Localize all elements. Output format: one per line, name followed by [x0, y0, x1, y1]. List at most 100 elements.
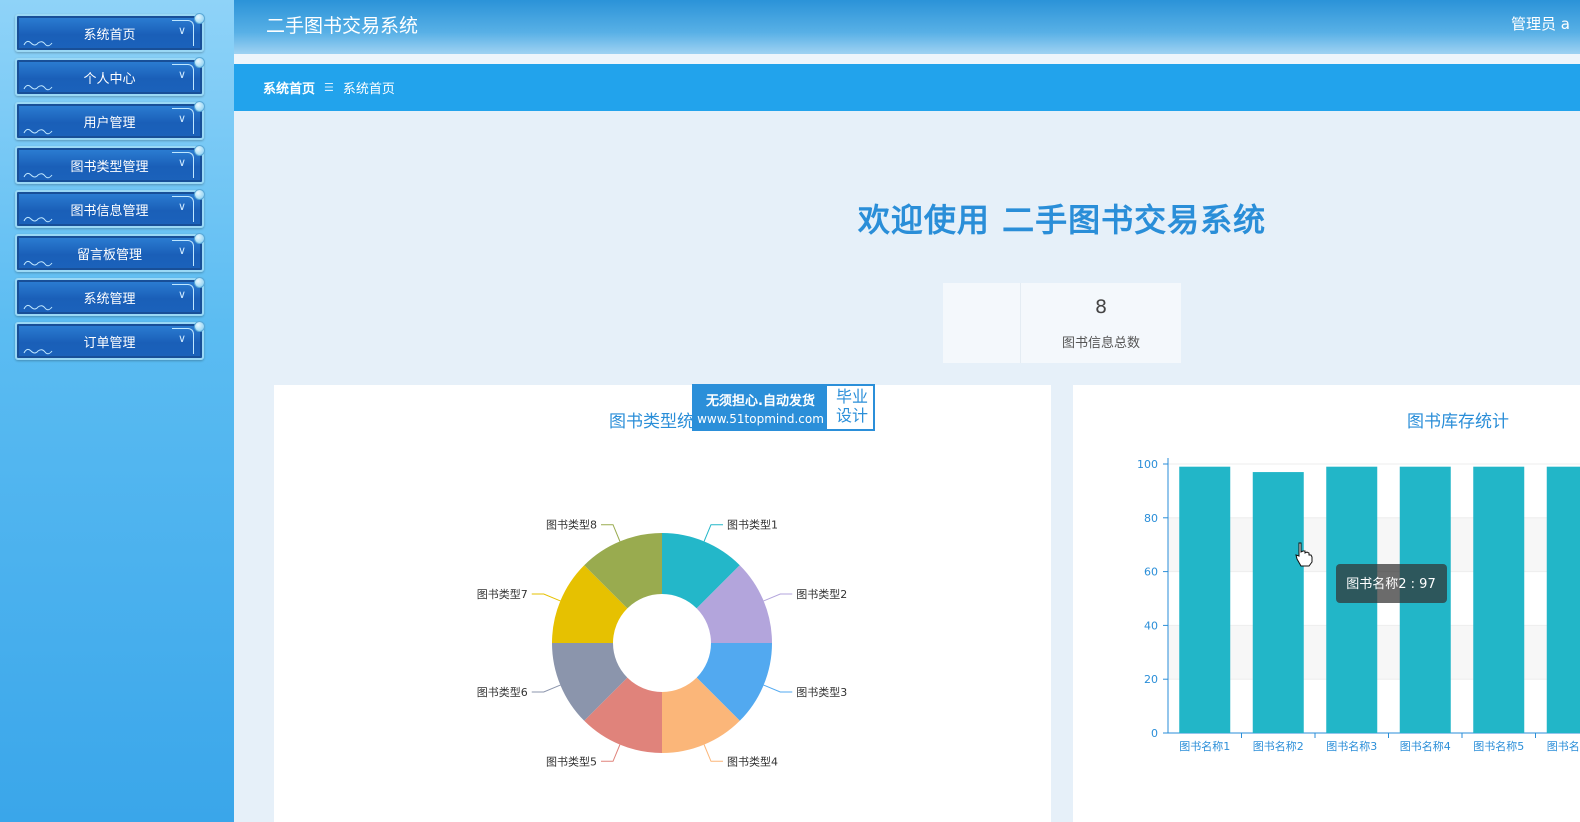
x-tick-label: 图书名称5 — [1473, 739, 1524, 753]
breadcrumb-current: 系统首页 — [342, 82, 395, 97]
knob-icon — [194, 145, 205, 156]
stat-icon-box — [943, 283, 1021, 363]
watermark-line1: 无须担心.自动发货 — [706, 394, 815, 409]
chevron-down-icon: ∨ — [177, 200, 186, 213]
book-type-chart-panel: 图书类型统计 图书类型1 图书类型2 图书类型3 图书类型4 图书类型5 图书类型6 图书类… — [274, 385, 1051, 822]
book-stock-chart-panel: 图书库存统计 0 20 40 60 80 100 图书名称1 图书名称2 图书名称3 图书名称4 图… — [1073, 385, 1580, 822]
curl-ornament-icon — [23, 304, 53, 311]
knob-icon — [194, 101, 205, 112]
watermark-left: 无须担心.自动发货 www.51topmind.com — [694, 386, 827, 429]
pie-label-5: 图书类型5 — [546, 754, 597, 768]
x-tick-label: 图书名称4 — [1400, 739, 1451, 753]
sidebar-item-label: 图书类型管理 — [70, 159, 149, 175]
y-tick-label: 40 — [1144, 619, 1158, 632]
pie-chart: 图书类型1 图书类型2 图书类型3 图书类型4 图书类型5 图书类型6 图书类型7 图书类型8 — [477, 518, 848, 769]
chevron-down-icon: ∨ — [177, 112, 186, 125]
welcome-heading: 欢迎使用 二手图书交易系统 — [857, 201, 1267, 239]
chevron-down-icon: ∨ — [177, 156, 186, 169]
stat-label: 图书信息总数 — [1061, 336, 1140, 351]
sidebar-item-label: 个人中心 — [83, 71, 136, 87]
x-tick-label: 图书名称1 — [1179, 739, 1230, 753]
sidebar-item-4[interactable]: ∨ 图书类型管理 — [15, 145, 205, 184]
bar-5[interactable] — [1473, 466, 1525, 733]
sidebar-item-label: 订单管理 — [83, 335, 136, 351]
y-tick-label: 60 — [1144, 566, 1158, 579]
bar-tooltip: 图书名称2 : 97 — [1336, 564, 1447, 603]
stat-card-book-total: 8 图书信息总数 — [943, 283, 1181, 363]
watermark-right: 毕业 设计 — [830, 387, 874, 425]
pie-label-line-5 — [601, 744, 621, 762]
sidebar-item-3[interactable]: ∨ 用户管理 — [15, 101, 205, 140]
user-menu[interactable]: 管理员 a — [1511, 13, 1570, 34]
header-divider — [234, 54, 1580, 64]
watermark-right1: 毕业 — [835, 387, 868, 406]
chevron-down-icon: ∨ — [177, 332, 186, 345]
sidebar-item-label: 用户管理 — [83, 115, 136, 131]
knob-icon — [194, 13, 205, 24]
knob-icon — [194, 277, 205, 288]
knob-icon — [194, 233, 205, 244]
pie-label-line-8 — [601, 524, 621, 542]
pie-label-line-7 — [531, 593, 561, 602]
sidebar-item-label: 留言板管理 — [76, 247, 142, 263]
breadcrumb: 系统首页 ☰ 系统首页 — [234, 64, 1580, 111]
curl-ornament-icon — [23, 260, 53, 267]
stat-value: 8 — [1094, 296, 1108, 318]
sidebar-item-2[interactable]: ∨ 个人中心 — [15, 57, 205, 96]
bar-6[interactable] — [1546, 466, 1580, 733]
sidebar-item-6[interactable]: ∨ 留言板管理 — [15, 233, 205, 272]
pie-label-4: 图书类型4 — [727, 754, 778, 768]
bar-chart: 0 20 40 60 80 100 图书名称1 图书名称2 图书名称3 图书名称4 图书名称5 图书名… — [1137, 458, 1580, 753]
sidebar-item-1[interactable]: ∨ 系统首页 — [15, 13, 205, 52]
y-tick-label: 0 — [1151, 727, 1158, 740]
pie-label-line-2 — [763, 593, 793, 602]
knob-icon — [194, 57, 205, 68]
sidebar-item-label: 系统首页 — [83, 27, 136, 43]
pie-label-line-6 — [531, 684, 561, 693]
chevron-down-icon: ∨ — [177, 244, 186, 257]
tooltip-text: 图书名称2 : 97 — [1346, 576, 1435, 592]
pie-label-line-4 — [703, 744, 723, 762]
knob-icon — [194, 321, 205, 332]
sidebar-item-5[interactable]: ∨ 图书信息管理 — [15, 189, 205, 228]
y-tick-label: 100 — [1137, 458, 1158, 471]
top-header: 二手图书交易系统 管理员 a — [234, 0, 1580, 54]
sidebar-item-label: 图书信息管理 — [70, 203, 149, 219]
y-tick-label: 20 — [1144, 673, 1158, 686]
pie-label-7: 图书类型7 — [477, 587, 528, 601]
watermark-stamp: 无须担心.自动发货 www.51topmind.com 毕业 设计 — [692, 384, 875, 431]
x-tick-label: 图书名称6 — [1547, 739, 1580, 753]
watermark-right2: 设计 — [835, 406, 868, 425]
chevron-down-icon: ∨ — [177, 24, 186, 37]
knob-icon — [194, 189, 205, 200]
breadcrumb-separator-icon: ☰ — [324, 81, 334, 94]
bar-1[interactable] — [1179, 466, 1231, 733]
curl-ornament-icon — [23, 348, 53, 355]
curl-ornament-icon — [23, 216, 53, 223]
sidebar-item-7[interactable]: ∨ 系统管理 — [15, 277, 205, 316]
chevron-down-icon: ∨ — [177, 288, 186, 301]
sidebar: ∨ 系统首页 ∨ 个人中心 ∨ 用户管理 ∨ 图书类型管理 ∨ 图书信息管理 ∨ 留言板管理 ∨ 系统管理… — [0, 0, 234, 822]
chevron-down-icon: ∨ — [177, 68, 186, 81]
pie-label-2: 图书类型2 — [796, 587, 847, 601]
pie-label-6: 图书类型6 — [477, 685, 528, 699]
breadcrumb-home-link[interactable]: 系统首页 — [263, 78, 315, 97]
x-tick-label: 图书名称3 — [1326, 739, 1377, 753]
y-tick-label: 80 — [1144, 512, 1158, 525]
curl-ornament-icon — [23, 84, 53, 91]
bar-2[interactable] — [1252, 472, 1304, 733]
main-content: 欢迎使用 二手图书交易系统 8 图书信息总数 图书类型统计 图书类型1 图书类型2… — [234, 111, 1580, 822]
pie-label-1: 图书类型1 — [727, 518, 778, 532]
sidebar-item-8[interactable]: ∨ 订单管理 — [15, 321, 205, 360]
curl-ornament-icon — [23, 40, 53, 47]
x-tick-label: 图书名称2 — [1253, 739, 1304, 753]
curl-ornament-icon — [23, 172, 53, 179]
app-title: 二手图书交易系统 — [266, 15, 419, 37]
curl-ornament-icon — [23, 128, 53, 135]
pie-label-line-3 — [763, 684, 793, 693]
sidebar-item-label: 系统管理 — [83, 291, 136, 307]
watermark-line2: www.51topmind.com — [697, 412, 824, 426]
pie-label-8: 图书类型8 — [546, 518, 597, 532]
pie-label-3: 图书类型3 — [796, 685, 847, 699]
pie-label-line-1 — [703, 524, 723, 542]
